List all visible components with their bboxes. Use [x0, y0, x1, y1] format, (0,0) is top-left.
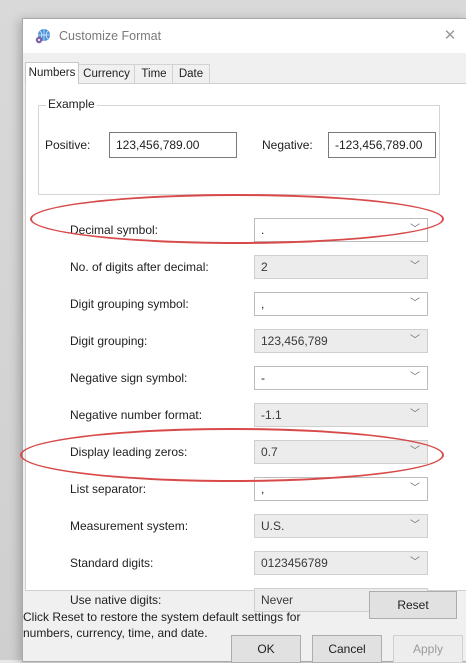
negative-sign-symbol-combo[interactable]: - ﹀: [254, 366, 428, 390]
list-separator-label: List separator:: [70, 482, 147, 496]
digit-grouping-symbol-combo[interactable]: , ﹀: [254, 292, 428, 316]
list-separator-combo[interactable]: , ﹀: [254, 477, 428, 501]
decimal-symbol-label: Decimal symbol:: [70, 223, 159, 237]
measurement-system-value: U.S.: [261, 519, 285, 533]
decimal-symbol-value: .: [261, 223, 265, 237]
chevron-down-icon: ﹀: [410, 335, 420, 346]
chevron-down-icon: ﹀: [410, 483, 420, 494]
reset-button[interactable]: Reset: [369, 591, 457, 619]
globe-settings-icon: [35, 29, 50, 44]
tab-numbers[interactable]: Numbers: [25, 62, 79, 84]
digit-grouping-combo[interactable]: 123,456,789 ﹀: [254, 329, 428, 353]
native-digits-label: Use native digits:: [70, 593, 162, 607]
negative-sign-symbol-value: -: [261, 371, 265, 385]
standard-digits-value: 0123456789: [261, 556, 328, 570]
negative-number-format-combo[interactable]: -1.1 ﹀: [254, 403, 428, 427]
list-separator-value: ,: [261, 482, 265, 496]
close-icon: ✕: [443, 27, 457, 44]
negative-number-format-label: Negative number format:: [70, 408, 203, 422]
digit-grouping-value: 123,456,789: [261, 334, 328, 348]
chevron-down-icon: ﹀: [410, 520, 420, 531]
digit-grouping-symbol-value: ,: [261, 297, 265, 311]
digits-after-decimal-combo[interactable]: 2 ﹀: [254, 255, 428, 279]
cancel-button[interactable]: Cancel: [312, 635, 382, 663]
chevron-down-icon: ﹀: [410, 557, 420, 568]
negative-example: -123,456,789.00: [328, 132, 436, 158]
tab-time[interactable]: Time: [134, 64, 174, 83]
close-button[interactable]: ✕: [439, 25, 461, 47]
title-bar: Customize Format ✕: [23, 19, 466, 53]
ok-button[interactable]: OK: [231, 635, 301, 663]
digits-after-decimal-label: No. of digits after decimal:: [70, 260, 209, 274]
measurement-system-combo[interactable]: U.S. ﹀: [254, 514, 428, 538]
leading-zeros-label: Display leading zeros:: [70, 445, 188, 459]
negative-number-format-value: -1.1: [261, 408, 282, 422]
chevron-down-icon: ﹀: [410, 372, 420, 383]
leading-zeros-value: 0.7: [261, 445, 278, 459]
numbers-tab-panel: Positive: 123,456,789.00 Negative: -123,…: [25, 83, 466, 612]
measurement-system-label: Measurement system:: [70, 519, 189, 533]
customize-format-dialog: Customize Format ✕ Numbers Currency Time…: [22, 18, 466, 663]
positive-example: 123,456,789.00: [109, 132, 237, 158]
chevron-down-icon: ﹀: [410, 224, 420, 235]
chevron-down-icon: ﹀: [410, 409, 420, 420]
digit-grouping-label: Digit grouping:: [70, 334, 148, 348]
example-caption: Example: [46, 97, 97, 111]
apply-button[interactable]: Apply: [393, 635, 463, 663]
standard-digits-label: Standard digits:: [70, 556, 154, 570]
tab-date[interactable]: Date: [172, 64, 210, 83]
digit-grouping-symbol-label: Digit grouping symbol:: [70, 297, 189, 311]
native-digits-value: Never: [261, 593, 294, 607]
standard-digits-combo[interactable]: 0123456789 ﹀: [254, 551, 428, 575]
negative-label: Negative:: [262, 138, 313, 152]
chevron-down-icon: ﹀: [410, 298, 420, 309]
digits-after-decimal-value: 2: [261, 260, 268, 274]
chevron-down-icon: ﹀: [410, 446, 420, 457]
tab-currency[interactable]: Currency: [77, 64, 136, 83]
example-group: Positive: 123,456,789.00 Negative: -123,…: [38, 105, 440, 195]
decimal-symbol-combo[interactable]: . ﹀: [254, 218, 428, 242]
chevron-down-icon: ﹀: [410, 261, 420, 272]
dialog-title: Customize Format: [59, 29, 162, 43]
leading-zeros-combo[interactable]: 0.7 ﹀: [254, 440, 428, 464]
positive-label: Positive:: [45, 138, 91, 152]
negative-sign-symbol-label: Negative sign symbol:: [70, 371, 188, 385]
